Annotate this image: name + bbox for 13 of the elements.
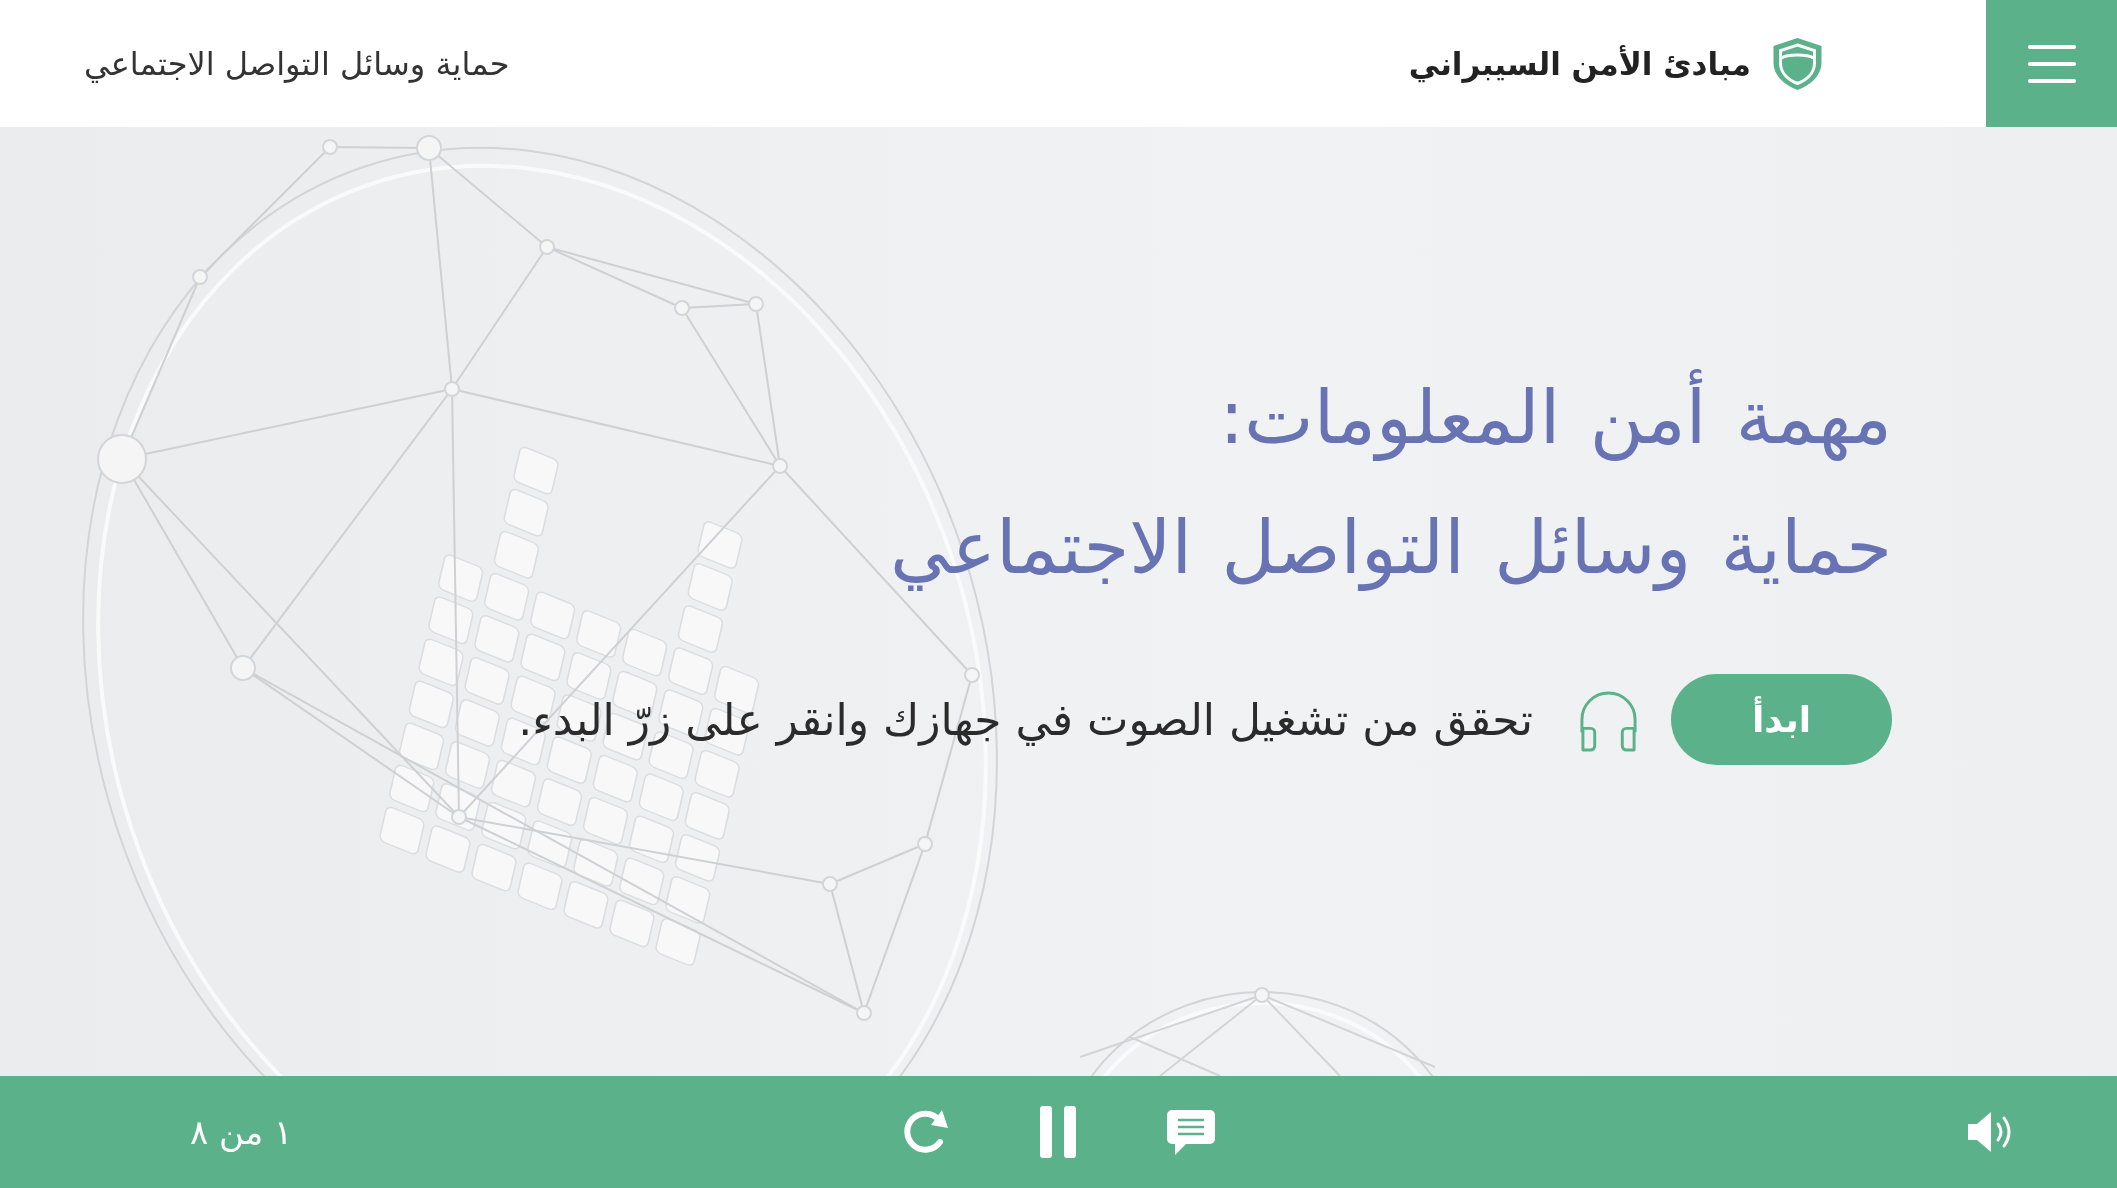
start-button[interactable]: ابدأ bbox=[1671, 674, 1892, 765]
heading-line: حماية وسائل التواصل الاجتماعي bbox=[890, 503, 1892, 593]
menu-button[interactable] bbox=[1986, 0, 2117, 127]
pause-icon[interactable] bbox=[1039, 1106, 1076, 1158]
heading-line: مهمة أمن المعلومات: bbox=[890, 352, 1892, 482]
lesson-title: حماية وسائل التواصل الاجتماعي bbox=[84, 44, 510, 83]
course-title: مبادئ الأمن السيبراني bbox=[1408, 45, 1751, 82]
chat-icon[interactable] bbox=[1165, 1108, 1216, 1156]
page-counter: ١ من ٨ bbox=[190, 1112, 293, 1152]
menu-icon bbox=[2027, 44, 2076, 83]
audio-hint-text: تحقق من تشغيل الصوت في جهازك وانقر على زرّ البدء. bbox=[518, 694, 1533, 745]
shield-icon bbox=[1773, 37, 1822, 90]
replay-icon[interactable] bbox=[901, 1108, 950, 1156]
